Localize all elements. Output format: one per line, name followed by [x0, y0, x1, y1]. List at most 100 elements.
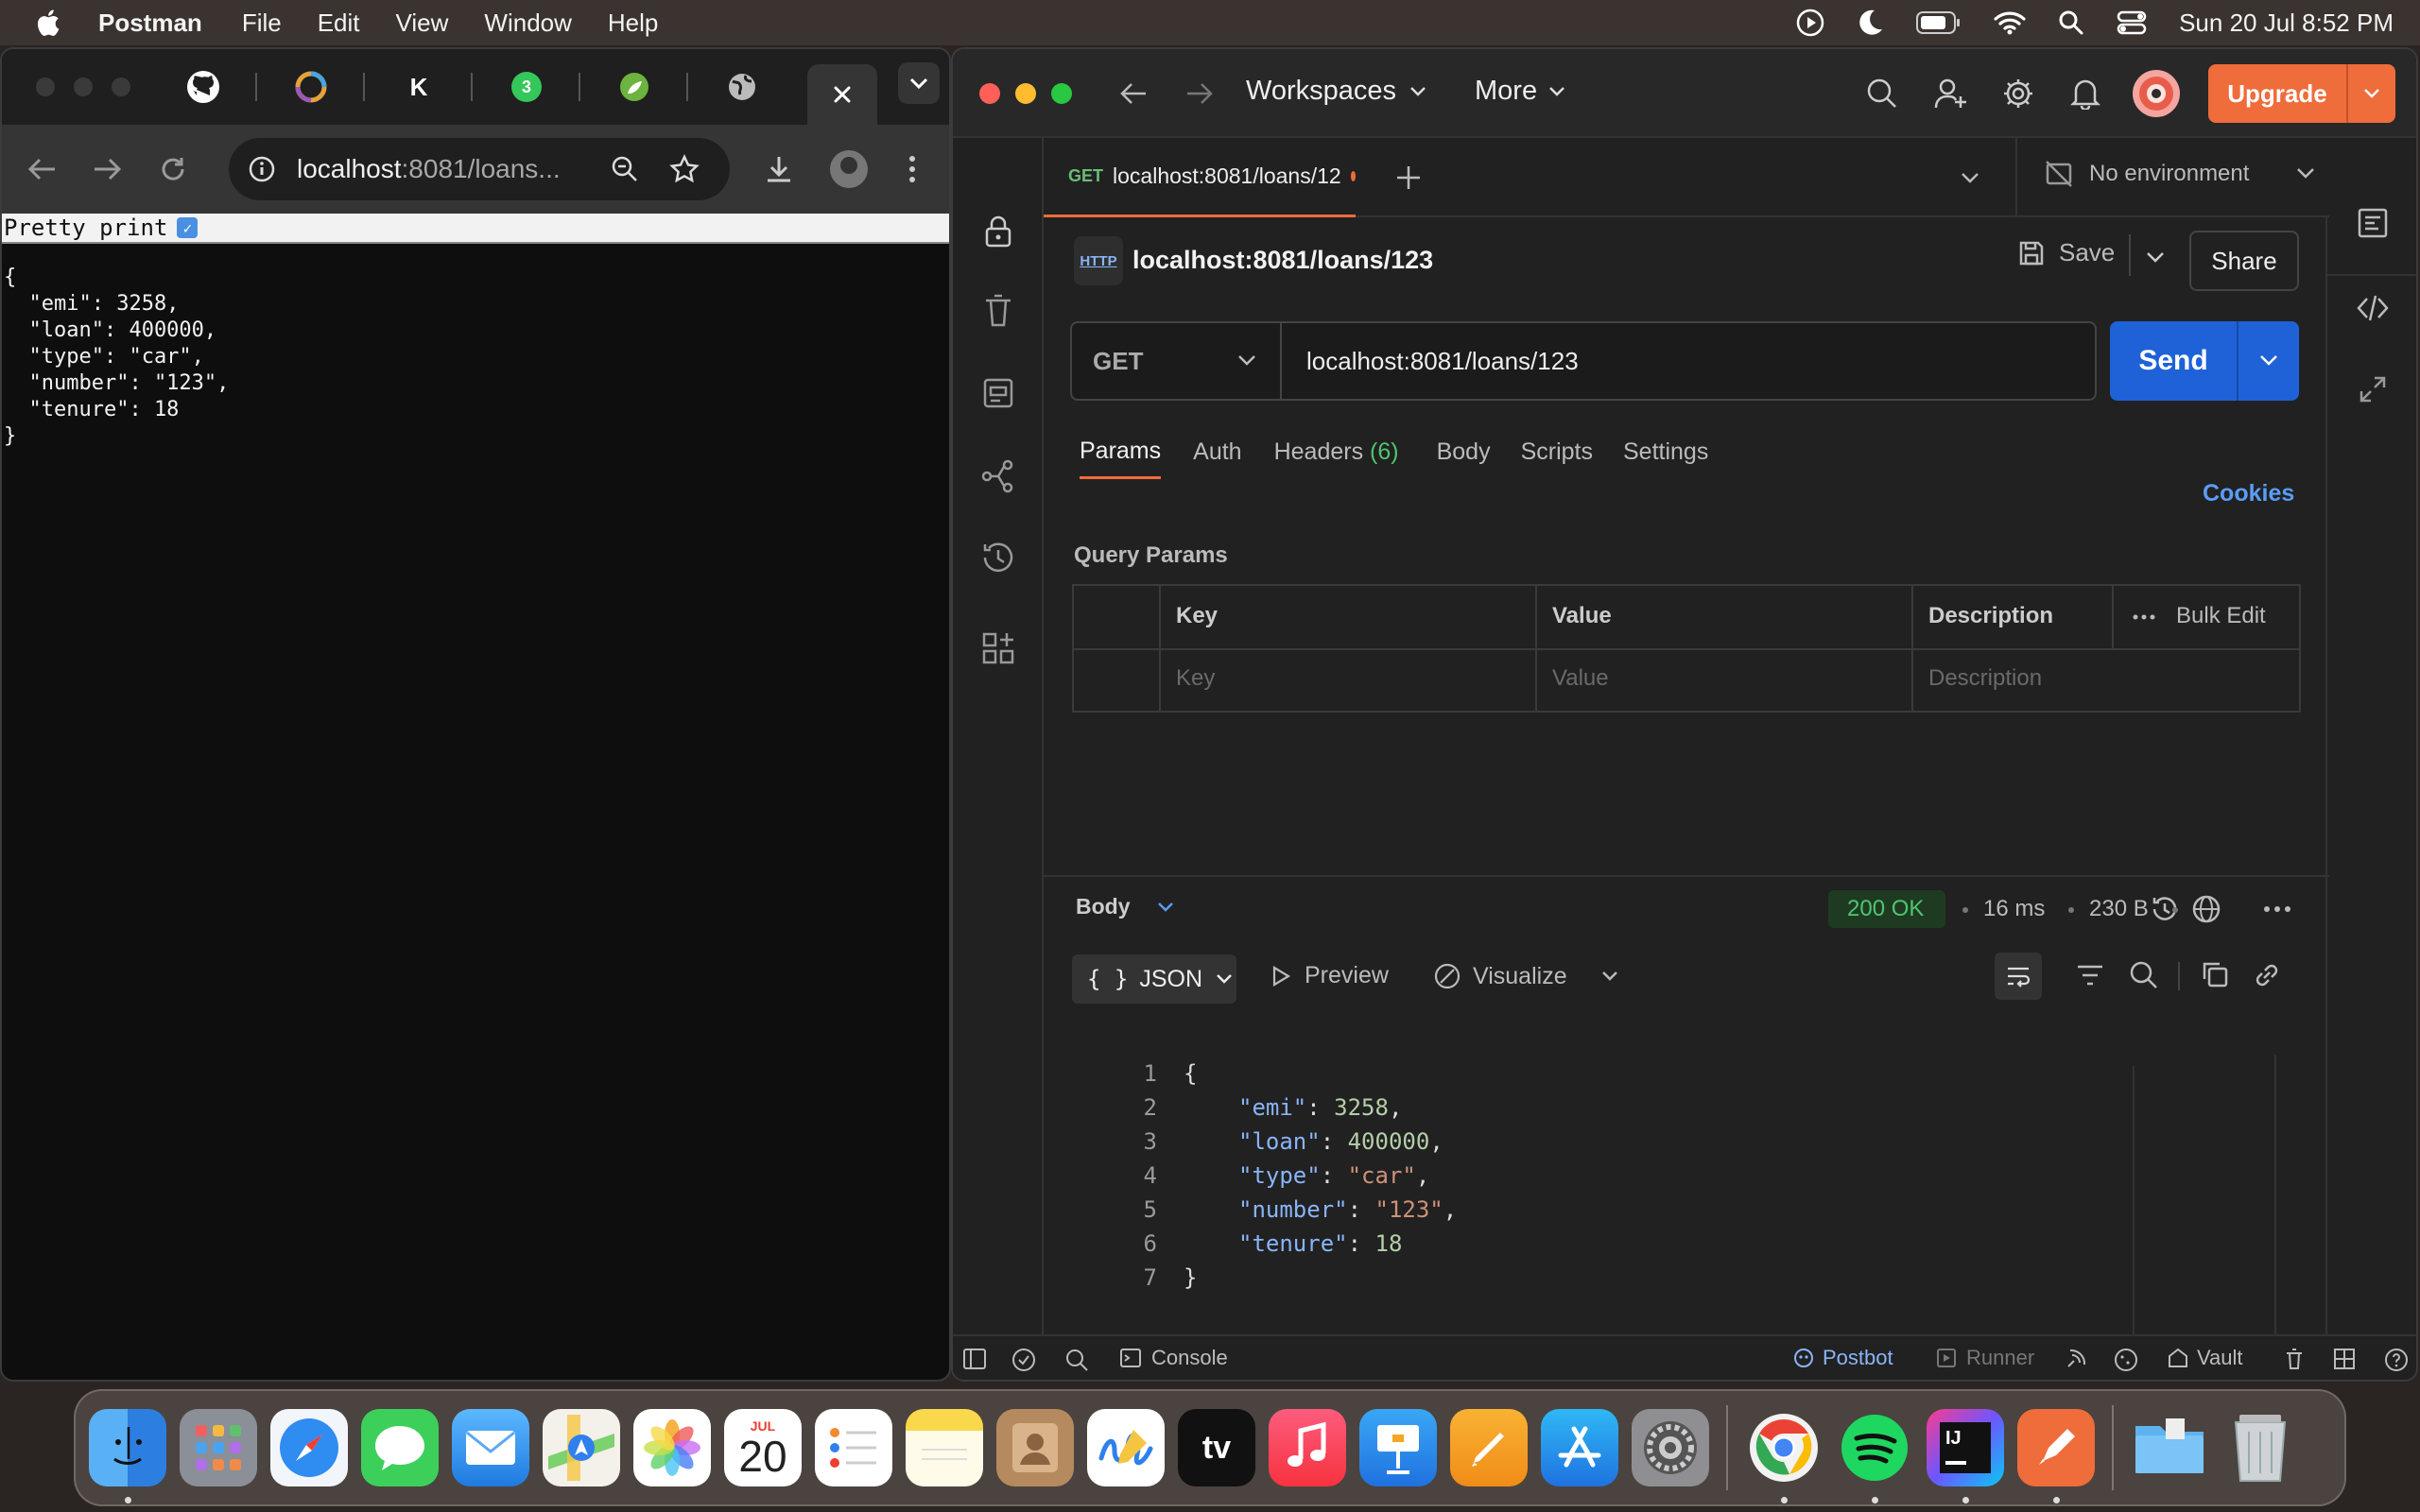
configure-workspace-icon[interactable] — [979, 629, 1017, 667]
tab-spring[interactable] — [607, 68, 662, 106]
mail-icon[interactable] — [452, 1409, 529, 1486]
close-tab-icon[interactable] — [833, 85, 852, 104]
chevron-down-icon[interactable] — [2259, 354, 2278, 368]
response-more-icon[interactable] — [2263, 905, 2291, 913]
downloads-folder-icon[interactable] — [2131, 1409, 2208, 1486]
search-response-icon[interactable] — [2129, 960, 2159, 990]
layout-grid-icon[interactable] — [2333, 1348, 2356, 1370]
bookmark-star-icon[interactable] — [669, 154, 700, 184]
save-options-chevron-icon[interactable] — [2146, 251, 2165, 265]
address-bar[interactable]: localhost:8081/loans... — [229, 138, 730, 200]
menu-window[interactable]: Window — [484, 9, 571, 38]
notes-icon[interactable] — [906, 1409, 983, 1486]
menu-help[interactable]: Help — [608, 9, 658, 38]
tab-localhost-active[interactable] — [807, 64, 877, 125]
help-icon[interactable] — [2384, 1348, 2409, 1372]
site-info-icon[interactable] — [248, 155, 276, 183]
mock-server-icon[interactable] — [979, 374, 1017, 412]
find-icon[interactable] — [1064, 1348, 1089, 1372]
system-settings-icon[interactable] — [1632, 1409, 1709, 1486]
copy-icon[interactable] — [2201, 960, 2229, 988]
menu-file[interactable]: File — [242, 9, 282, 38]
capture-icon[interactable] — [2065, 1348, 2087, 1370]
key-input[interactable]: Key — [1176, 665, 1215, 692]
apple-tv-icon[interactable]: tv — [1178, 1409, 1255, 1486]
network-globe-icon[interactable] — [2191, 894, 2221, 924]
tab-body[interactable]: Body — [1437, 438, 1491, 466]
workspaces-menu[interactable]: Workspaces — [1246, 76, 1426, 107]
calendar-icon[interactable]: JUL 20 — [724, 1409, 802, 1486]
tab-k[interactable]: K — [391, 68, 446, 106]
download-icon[interactable] — [764, 154, 794, 184]
pages-icon[interactable] — [1450, 1409, 1528, 1486]
code-scrollbar-track[interactable] — [2274, 1055, 2276, 1372]
kebab-menu-icon[interactable] — [908, 154, 917, 184]
maps-icon[interactable] — [543, 1409, 620, 1486]
runner-button[interactable]: Runner — [1936, 1346, 2034, 1370]
preview-button[interactable]: Preview — [1270, 962, 1389, 989]
tab-globe[interactable] — [715, 68, 769, 106]
finder-icon[interactable] — [89, 1409, 166, 1503]
profile-avatar[interactable] — [830, 150, 868, 188]
chevron-down-icon[interactable] — [2363, 88, 2380, 99]
photos-icon[interactable] — [633, 1409, 711, 1486]
zoom-button[interactable] — [1051, 83, 1072, 104]
console-button[interactable]: Console — [1119, 1346, 1228, 1370]
environment-selector[interactable]: No environment — [2044, 159, 2315, 189]
keynote-icon[interactable] — [1359, 1409, 1437, 1486]
postman-dock-icon[interactable] — [2017, 1409, 2095, 1503]
tab-github[interactable] — [176, 68, 231, 106]
request-tab-active[interactable]: GET localhost:8081/loans/12 — [1044, 138, 1356, 217]
tab-list-chevron-icon[interactable] — [1961, 172, 1979, 185]
menu-edit[interactable]: Edit — [318, 9, 360, 38]
battery-icon[interactable] — [1916, 10, 1962, 35]
reminders-icon[interactable] — [815, 1409, 892, 1486]
safari-icon[interactable] — [270, 1409, 348, 1486]
code-snippet-icon[interactable] — [2356, 291, 2390, 325]
back-arrow-icon[interactable] — [1119, 81, 1148, 106]
search-icon[interactable] — [1866, 77, 1898, 110]
send-button[interactable]: Send — [2110, 321, 2299, 401]
description-input[interactable]: Description — [1928, 665, 2042, 692]
value-input[interactable]: Value — [1552, 665, 1609, 692]
flows-icon[interactable] — [979, 457, 1017, 495]
cookies-icon[interactable] — [2114, 1348, 2138, 1372]
tab-scripts[interactable]: Scripts — [1521, 438, 1593, 466]
method-select[interactable]: GET — [1072, 323, 1282, 399]
chevron-down-icon[interactable] — [1601, 971, 1618, 982]
trash-icon[interactable] — [979, 291, 1017, 329]
control-center-icon[interactable] — [2117, 9, 2147, 36]
tab-headers[interactable]: Headers (6) — [1274, 438, 1399, 466]
invite-user-icon[interactable] — [1934, 77, 1968, 110]
freeform-icon[interactable] — [1087, 1409, 1165, 1486]
back-arrow-icon[interactable] — [26, 156, 57, 182]
filter-icon[interactable] — [2076, 962, 2104, 988]
spotlight-search-icon[interactable] — [2058, 9, 2084, 36]
request-name[interactable]: localhost:8081/loans/123 — [1132, 246, 1433, 275]
response-time[interactable]: 16 ms — [1983, 896, 2045, 922]
postbot-button[interactable]: Postbot — [1792, 1346, 1893, 1370]
save-button[interactable]: Save — [2017, 238, 2115, 267]
intellij-idea-icon[interactable]: IJ — [1927, 1409, 2004, 1503]
tab-params[interactable]: Params — [1080, 438, 1162, 479]
messages-icon[interactable] — [361, 1409, 439, 1486]
close-button[interactable] — [979, 83, 1000, 104]
response-size[interactable]: 230 B — [2089, 896, 2149, 922]
more-menu[interactable]: More — [1475, 76, 1565, 107]
share-button[interactable]: Share — [2189, 231, 2299, 291]
tab-list-button[interactable] — [898, 62, 940, 104]
wrap-lines-button[interactable] — [1995, 953, 2042, 1000]
bulk-edit-button[interactable]: Bulk Edit — [2176, 603, 2266, 629]
cookies-link[interactable]: Cookies — [2203, 480, 2294, 507]
more-options-icon[interactable] — [2133, 614, 2155, 620]
expand-panel-icon[interactable] — [2358, 374, 2388, 404]
forward-arrow-icon[interactable] — [93, 156, 123, 182]
window-zoom-dot[interactable] — [112, 77, 130, 96]
settings-gear-icon[interactable] — [2002, 77, 2034, 110]
history-icon[interactable] — [979, 539, 1017, 576]
format-select[interactable]: { } JSON — [1072, 954, 1236, 1004]
check-circle-icon[interactable] — [1011, 1348, 1036, 1372]
spotify-icon[interactable] — [1836, 1409, 1913, 1503]
url-input[interactable]: localhost:8081/loans/123 — [1306, 347, 1579, 376]
tab-messages[interactable]: 3 — [499, 68, 554, 106]
